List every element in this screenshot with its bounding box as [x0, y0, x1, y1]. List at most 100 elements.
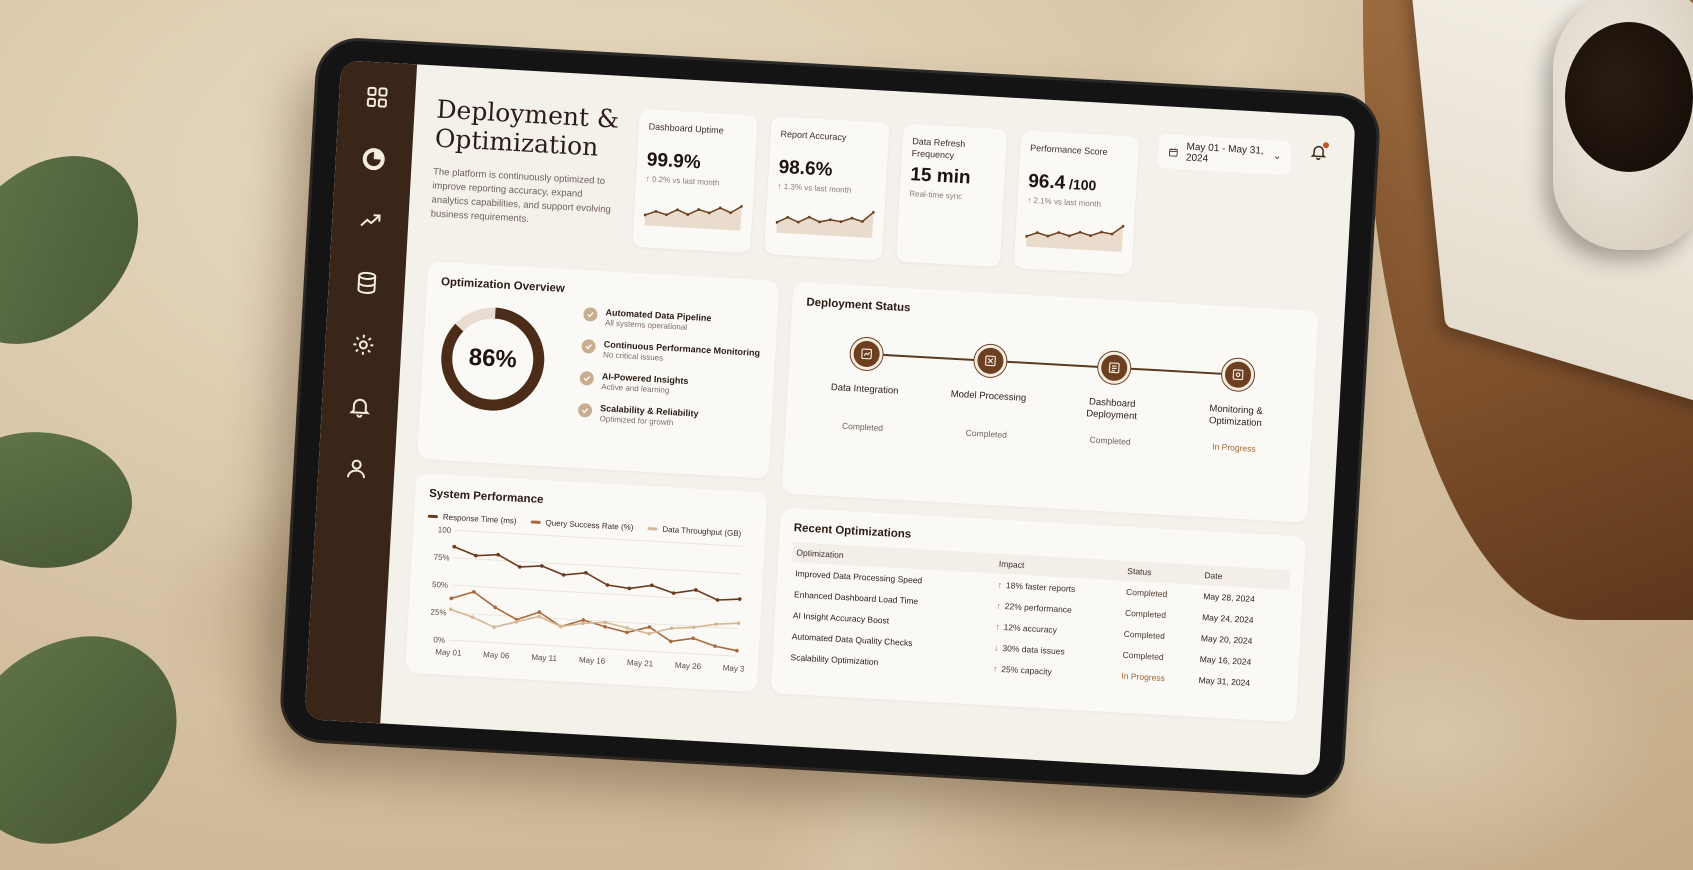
- data-point: [671, 591, 676, 595]
- step-dashboard-deployment[interactable]: Dashboard Deployment Completed: [1065, 349, 1160, 448]
- x-tick-label: May 26: [675, 661, 702, 671]
- step-status: Completed: [1089, 434, 1131, 447]
- header-controls: May 01 - May 31, 2024: [1150, 128, 1330, 307]
- y-tick-label: 0%: [433, 635, 445, 645]
- kpi-label: Data Refresh Frequency: [911, 136, 966, 161]
- donut-chart: 86%: [434, 300, 552, 418]
- system-performance-card: System Performance Response Time (ms) Qu…: [405, 472, 768, 693]
- check-icon: [579, 370, 595, 386]
- overview-body: 86% Automated Data Pipeline All systems o…: [434, 298, 764, 432]
- card-title: System Performance: [428, 487, 544, 507]
- data-point: [647, 631, 651, 636]
- database-icon[interactable]: [353, 269, 380, 296]
- kpi-card-performance[interactable]: Performance Score 96.4 /100 ↑ 2.1% vs la…: [1013, 130, 1139, 275]
- step-name: Model Processing: [950, 388, 1027, 404]
- step-status: In Progress: [1211, 441, 1256, 454]
- kpi-label: Performance Score: [1029, 142, 1108, 158]
- checklist-item: Continuous Performance Monitoring No crit…: [581, 338, 760, 368]
- sparkline-area: [775, 212, 874, 239]
- data-point: [625, 626, 629, 630]
- dashboard-icon: [1097, 350, 1132, 385]
- kpi-value: 15 min: [909, 164, 972, 189]
- kpi-card-uptime[interactable]: Dashboard Uptime 99.9% ↑ 0.2% vs last mo…: [631, 108, 758, 254]
- kpi-value: 99.9%: [646, 149, 702, 174]
- x-tick-label: May 01: [435, 647, 462, 657]
- kpi-change: ↑ 1.3% vs last month: [777, 181, 852, 195]
- main-content: Deployment & Optimization The platform i…: [380, 64, 1355, 775]
- dashboard-grid: Optimization Overview 86% Automated Data…: [405, 261, 1319, 723]
- bell-icon[interactable]: [346, 393, 373, 420]
- y-tick-label: 50%: [432, 580, 448, 590]
- step-status: Completed: [841, 420, 884, 433]
- grid-icon[interactable]: [363, 84, 390, 111]
- step-name: Data Integration: [830, 382, 899, 397]
- y-tick-label: 25%: [430, 608, 446, 618]
- data-point: [735, 648, 739, 653]
- kpi-change: Real-time sync: [909, 189, 963, 202]
- kpi-card-accuracy[interactable]: Report Accuracy 98.6% ↑ 1.3% vs last mon…: [763, 116, 890, 261]
- checklist-item: AI-Powered Insights Active and learning: [579, 370, 758, 400]
- data-point: [627, 586, 632, 591]
- y-tick-label: 75%: [433, 553, 449, 563]
- checklist-item: Automated Data Pipeline All systems opera…: [583, 306, 762, 336]
- title-block: Deployment & Optimization The platform i…: [428, 88, 626, 268]
- sparkline-area: [644, 206, 742, 231]
- pie-chart-icon[interactable]: [360, 145, 387, 172]
- monitoring-icon: [1221, 357, 1255, 392]
- status-cell: In Progress: [1121, 670, 1166, 683]
- sparkline: [1024, 224, 1125, 253]
- x-tick-label: May 21: [627, 658, 654, 668]
- tablet: Deployment & Optimization The platform i…: [281, 38, 1379, 798]
- trend-up-icon[interactable]: [357, 207, 384, 234]
- step-status: Completed: [965, 427, 1008, 440]
- data-point: [691, 636, 695, 641]
- data-point: [625, 630, 629, 635]
- x-tick-label: May 06: [483, 650, 510, 660]
- right-column: Deployment Status Data Integration Compl…: [770, 281, 1319, 723]
- date-cell: May 31, 2024: [1198, 674, 1251, 688]
- donut-label: 86%: [468, 343, 518, 374]
- legend-swatch: [647, 526, 658, 531]
- kpi-label: Report Accuracy: [780, 128, 847, 143]
- step-model-processing[interactable]: Model Processing Completed: [941, 342, 1036, 441]
- step-data-integration[interactable]: Data Integration Completed: [817, 335, 912, 434]
- check-icon: [581, 339, 596, 354]
- data-point: [581, 618, 586, 622]
- notification-dot: [1322, 142, 1330, 149]
- date-range-picker[interactable]: May 01 - May 31, 2024: [1157, 133, 1293, 176]
- data-point: [603, 624, 607, 629]
- y-tick-label: 100: [438, 525, 452, 535]
- user-icon[interactable]: [343, 455, 370, 482]
- x-tick-label: May 31: [723, 663, 750, 673]
- kpi-value: 98.6%: [778, 156, 834, 181]
- kpi-value: 96.4 /100: [1027, 170, 1097, 194]
- data-point: [737, 597, 742, 601]
- gridline: [453, 557, 742, 575]
- data-point: [714, 622, 718, 626]
- legend-swatch: [427, 514, 438, 519]
- steps-connector: [853, 352, 1252, 377]
- model-icon: [973, 343, 1008, 378]
- data-point: [736, 621, 741, 626]
- data-point: [448, 607, 453, 612]
- legend-swatch: [530, 520, 541, 525]
- notification-button[interactable]: [1309, 142, 1330, 166]
- data-point: [669, 626, 674, 631]
- line-chart: 100 75% 50% 25% 0% May 01 May 06 May 11 May 16 Ma…: [430, 525, 750, 674]
- checklist: Automated Data Pipeline All systems opera…: [577, 306, 762, 432]
- data-point: [449, 596, 454, 601]
- kpi-label: Dashboard Uptime: [648, 121, 724, 136]
- gear-icon[interactable]: [350, 331, 377, 358]
- step-monitoring-optimization[interactable]: Monitoring & Optimization In Progress: [1189, 356, 1284, 455]
- data-point: [649, 583, 654, 588]
- sparkline-area: [1025, 226, 1123, 253]
- x-tick-label: May 16: [579, 655, 606, 665]
- calendar-icon: [1168, 147, 1178, 157]
- coffee: [1565, 22, 1693, 172]
- step-name: Dashboard Deployment: [1085, 396, 1138, 422]
- card-title: Deployment Status: [806, 296, 911, 315]
- left-column: Optimization Overview 86% Automated Data…: [405, 261, 780, 693]
- data-point: [713, 644, 717, 648]
- kpi-card-refresh[interactable]: Data Refresh Frequency 15 min Real-time …: [895, 123, 1008, 268]
- deployment-status-card: Deployment Status Data Integration Compl…: [781, 281, 1319, 523]
